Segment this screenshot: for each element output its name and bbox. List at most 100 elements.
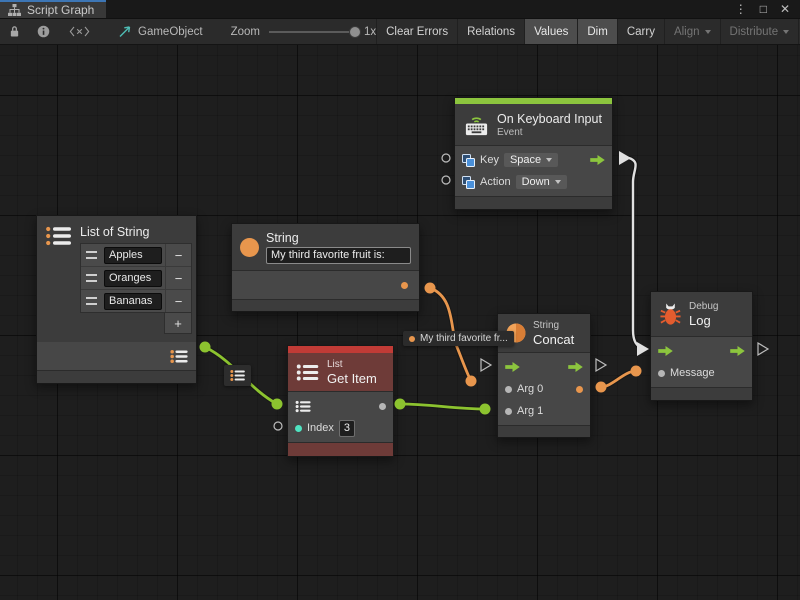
node-title: On Keyboard Input xyxy=(497,112,602,126)
node-string-literal[interactable]: String My third favorite fruit is: xyxy=(231,223,420,312)
node-title: Concat xyxy=(533,332,574,347)
action-port-label: Action xyxy=(480,176,511,188)
node-body xyxy=(232,271,419,299)
port-row-message: Message xyxy=(651,362,752,384)
node-footer xyxy=(455,196,612,209)
lock-icon xyxy=(9,25,20,38)
node-body: Key Space Action Down xyxy=(455,146,612,196)
add-item-button[interactable]: + xyxy=(164,313,192,334)
index-input-port[interactable] xyxy=(295,425,302,432)
arg1-label: Arg 1 xyxy=(517,405,543,417)
drag-handle[interactable] xyxy=(81,274,101,282)
item-output-port[interactable] xyxy=(379,403,386,410)
arg0-input-port[interactable] xyxy=(505,386,512,393)
carry-toggle[interactable]: Carry xyxy=(617,19,664,44)
list-type-icon xyxy=(296,363,320,382)
info-icon xyxy=(37,25,50,38)
wire-value-badge: My third favorite fr... xyxy=(403,331,514,346)
list-input-port[interactable] xyxy=(295,400,312,413)
message-input-port[interactable] xyxy=(658,370,665,377)
drag-handle[interactable] xyxy=(81,251,101,259)
node-body: Index 3 xyxy=(288,392,393,442)
graph-icon xyxy=(8,4,21,17)
clear-errors-button[interactable]: Clear Errors xyxy=(376,19,457,44)
key-port-label: Key xyxy=(480,154,499,166)
node-header: String My third favorite fruit is: xyxy=(232,224,419,271)
lock-button[interactable] xyxy=(0,19,29,44)
dim-toggle[interactable]: Dim xyxy=(577,19,616,44)
list-output-port[interactable] xyxy=(170,349,189,364)
remove-item-button[interactable]: − xyxy=(165,290,191,312)
flow-input-port[interactable] xyxy=(658,346,673,356)
keycode-type-icon xyxy=(462,154,475,167)
error-color-bar xyxy=(288,346,393,353)
keycode-type-icon xyxy=(462,176,475,189)
action-dropdown[interactable]: Down xyxy=(516,175,567,189)
node-title: List of String xyxy=(80,225,192,243)
wire-type-badge xyxy=(224,365,251,386)
port-row-key: Key Space xyxy=(455,149,612,171)
zoom-label: Zoom xyxy=(231,26,260,38)
zoom-slider-track[interactable] xyxy=(269,31,355,33)
port-row-index: Index 3 xyxy=(288,417,393,439)
port-row-arg0: Arg 0 xyxy=(498,378,590,400)
node-list-get-item[interactable]: List Get Item Index 3 xyxy=(287,345,394,457)
info-button[interactable] xyxy=(29,19,58,44)
list-item-field[interactable]: Oranges xyxy=(104,270,162,287)
list-item-field[interactable]: Apples xyxy=(104,247,162,264)
node-footer xyxy=(651,387,752,400)
unity-visual-scripting-window: Script Graph ⋮ □ ✕ xyxy=(0,0,800,600)
drag-handle-icon xyxy=(86,251,97,259)
string-type-icon xyxy=(240,238,259,257)
node-category: List xyxy=(327,359,377,370)
node-footer xyxy=(498,425,590,437)
node-header: Debug Log xyxy=(651,292,752,337)
node-on-keyboard-input[interactable]: On Keyboard Input Event Key Space xyxy=(454,97,613,210)
list-item-row: Oranges − xyxy=(81,267,191,290)
node-body xyxy=(37,342,196,370)
node-body: Message xyxy=(651,337,752,387)
tab-script-graph[interactable]: Script Graph xyxy=(0,0,106,18)
string-output-port[interactable] xyxy=(401,282,408,289)
toolbar-buttons: Clear Errors Relations Values Dim Carry … xyxy=(376,19,800,44)
remove-item-button[interactable]: − xyxy=(165,267,191,289)
index-value-field[interactable]: 3 xyxy=(339,420,355,437)
list-item-row: Apples − xyxy=(81,244,191,267)
node-footer xyxy=(288,442,393,456)
flow-input-port[interactable] xyxy=(505,362,520,372)
maximize-icon[interactable]: □ xyxy=(760,3,767,15)
string-value-field[interactable]: My third favorite fruit is: xyxy=(266,247,411,264)
flow-output-port[interactable] xyxy=(730,346,745,356)
bug-icon xyxy=(659,302,682,327)
node-body: Arg 0 Arg 1 xyxy=(498,353,590,425)
relations-button[interactable]: Relations xyxy=(457,19,524,44)
title-bar: Script Graph ⋮ □ ✕ xyxy=(0,0,800,19)
code-brackets-icon xyxy=(69,26,90,37)
drag-handle-icon xyxy=(86,274,97,282)
flow-output-port[interactable] xyxy=(568,362,583,372)
list-add-row: + xyxy=(80,313,192,334)
menu-icon[interactable]: ⋮ xyxy=(735,3,747,15)
drag-handle[interactable] xyxy=(81,297,101,305)
remove-item-button[interactable]: − xyxy=(165,244,191,266)
result-output-port[interactable] xyxy=(576,386,583,393)
close-icon[interactable]: ✕ xyxy=(780,3,790,15)
distribute-dropdown[interactable]: Distribute xyxy=(720,19,799,44)
align-dropdown[interactable]: Align xyxy=(664,19,720,44)
values-toggle[interactable]: Values xyxy=(524,19,577,44)
code-view-button[interactable] xyxy=(58,19,100,44)
zoom-slider-handle[interactable] xyxy=(349,26,361,38)
chevron-down-icon xyxy=(783,30,789,34)
node-footer xyxy=(37,370,196,383)
flow-output-port[interactable] xyxy=(590,155,605,165)
drag-handle-icon xyxy=(86,297,97,305)
node-header: On Keyboard Input Event xyxy=(455,104,612,146)
node-title: String xyxy=(266,231,411,245)
arg1-input-port[interactable] xyxy=(505,408,512,415)
key-dropdown[interactable]: Space xyxy=(504,153,558,167)
zoom-value: 1x xyxy=(364,26,376,38)
node-debug-log[interactable]: Debug Log Message xyxy=(650,291,753,401)
gameobject-reference[interactable]: GameObject xyxy=(118,19,203,44)
node-list-of-string[interactable]: List of String Apples − Oranges − Ban xyxy=(36,215,197,384)
list-item-field[interactable]: Bananas xyxy=(104,293,162,310)
